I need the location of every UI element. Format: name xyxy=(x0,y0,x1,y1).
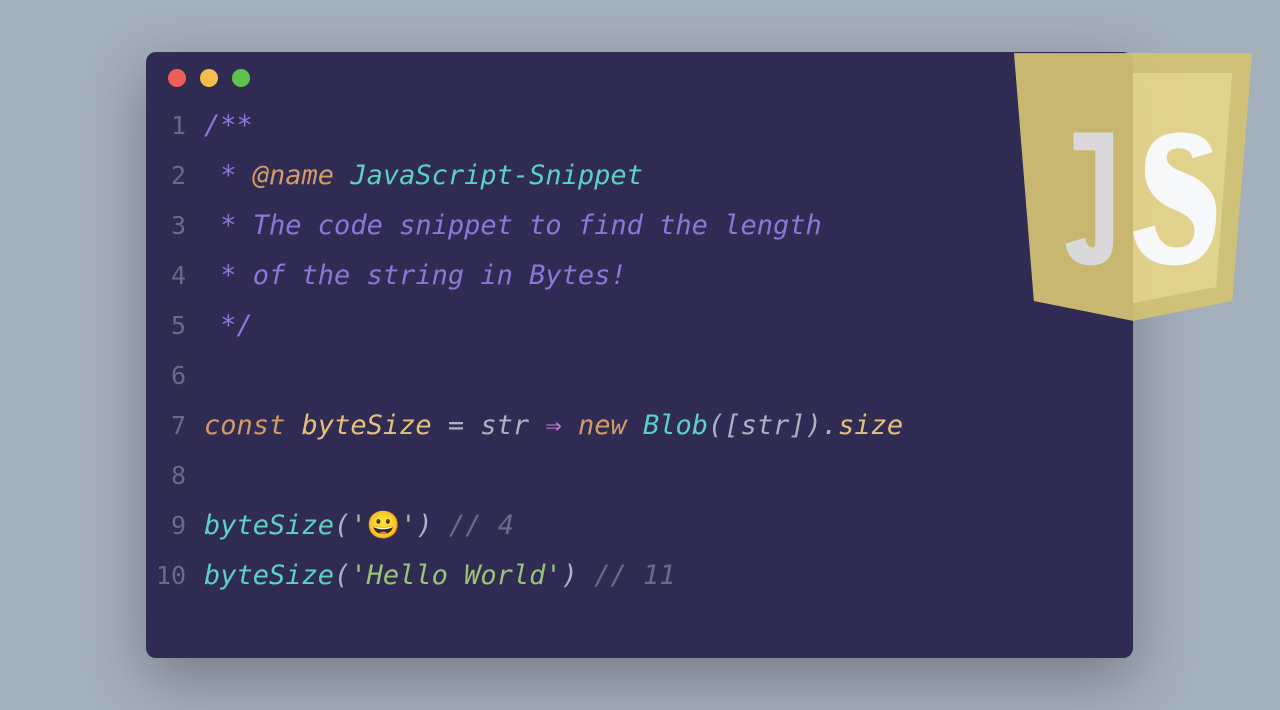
param-token: str xyxy=(480,410,529,441)
space xyxy=(529,410,545,441)
keyword-token: new xyxy=(578,410,627,441)
comment-token: // xyxy=(449,510,482,541)
space xyxy=(627,410,643,441)
space xyxy=(578,560,594,591)
maximize-icon[interactable] xyxy=(232,69,250,87)
close-icon[interactable] xyxy=(168,69,186,87)
code-editor-window: 1 /** 2 * @name JavaScript-Snippet 3 * T… xyxy=(146,52,1133,658)
param-token: str xyxy=(741,410,790,441)
line-number: 10 xyxy=(156,551,204,601)
bracket-token: ] xyxy=(789,410,805,441)
code-line: 3 * The code snippet to find the length xyxy=(156,201,1123,251)
code-content: /** xyxy=(204,101,253,151)
string-token: ' xyxy=(545,560,561,591)
comment-token: * xyxy=(204,260,253,291)
comment-text-token: The code snippet to find the length xyxy=(253,210,822,241)
line-number: 5 xyxy=(156,301,204,351)
window-controls xyxy=(146,52,1133,95)
space xyxy=(627,560,643,591)
paren-token: ) xyxy=(562,560,578,591)
javascript-logo-icon xyxy=(1014,52,1252,322)
comment-text-token: of the string in Bytes! xyxy=(253,260,627,291)
code-content: */ xyxy=(204,301,253,351)
string-token: Hello World xyxy=(367,560,546,591)
comment-token: /** xyxy=(204,110,253,141)
code-line: 8 xyxy=(156,451,1123,501)
space xyxy=(285,410,301,441)
string-token: ' xyxy=(400,510,416,541)
space xyxy=(433,510,449,541)
class-token: Blob xyxy=(643,410,708,441)
code-line: 5 */ xyxy=(156,301,1123,351)
line-number: 7 xyxy=(156,401,204,451)
line-number: 9 xyxy=(156,501,204,551)
code-content xyxy=(204,451,220,501)
emoji-token: 😀 xyxy=(367,510,401,541)
paren-token: ) xyxy=(416,510,432,541)
line-number: 6 xyxy=(156,351,204,401)
operator-token: = xyxy=(448,410,464,441)
space xyxy=(562,410,578,441)
code-content: byteSize('😀') // 4 xyxy=(204,501,514,551)
property-token: size xyxy=(838,410,903,441)
identifier-token: byteSize xyxy=(302,410,432,441)
jsdoc-tag-token: @name xyxy=(253,160,334,191)
code-content: * The code snippet to find the length xyxy=(204,201,822,251)
function-call-token: byteSize xyxy=(204,510,334,541)
function-call-token: byteSize xyxy=(204,560,334,591)
jsdoc-name-token: JavaScript-Snippet xyxy=(350,160,643,191)
line-number: 4 xyxy=(156,251,204,301)
code-content: byteSize('Hello World') // 11 xyxy=(204,551,675,601)
code-content: * @name JavaScript-Snippet xyxy=(204,151,643,201)
comment-number-token: 4 xyxy=(498,510,514,541)
string-token: ' xyxy=(350,510,366,541)
paren-token: ( xyxy=(334,510,350,541)
code-area: 1 /** 2 * @name JavaScript-Snippet 3 * T… xyxy=(146,95,1133,611)
space xyxy=(432,410,448,441)
string-token: ' xyxy=(350,560,366,591)
space xyxy=(334,160,350,191)
code-content xyxy=(204,351,220,401)
line-number: 3 xyxy=(156,201,204,251)
code-line: 6 xyxy=(156,351,1123,401)
bracket-token: [ xyxy=(724,410,740,441)
code-content: * of the string in Bytes! xyxy=(204,251,627,301)
line-number: 2 xyxy=(156,151,204,201)
minimize-icon[interactable] xyxy=(200,69,218,87)
code-line: 2 * @name JavaScript-Snippet xyxy=(156,151,1123,201)
code-line: 9 byteSize('😀') // 4 xyxy=(156,501,1123,551)
line-number: 1 xyxy=(156,101,204,151)
space xyxy=(482,510,498,541)
line-number: 8 xyxy=(156,451,204,501)
comment-number-token: 11 xyxy=(643,560,676,591)
comment-token: // xyxy=(594,560,627,591)
code-line: 7 const byteSize = str ⇒ new Blob([str])… xyxy=(156,401,1123,451)
comment-token: * xyxy=(204,160,253,191)
code-content: const byteSize = str ⇒ new Blob([str]).s… xyxy=(204,401,903,451)
comment-token: */ xyxy=(204,310,253,341)
arrow-token: ⇒ xyxy=(545,410,561,441)
code-line: 1 /** xyxy=(156,101,1123,151)
space xyxy=(464,410,480,441)
paren-token: ) xyxy=(806,410,822,441)
paren-token: ( xyxy=(708,410,724,441)
paren-token: ( xyxy=(334,560,350,591)
comment-token: * xyxy=(204,210,253,241)
dot-token: . xyxy=(822,410,838,441)
code-line: 4 * of the string in Bytes! xyxy=(156,251,1123,301)
keyword-token: const xyxy=(204,410,285,441)
code-line: 10 byteSize('Hello World') // 11 xyxy=(156,551,1123,601)
